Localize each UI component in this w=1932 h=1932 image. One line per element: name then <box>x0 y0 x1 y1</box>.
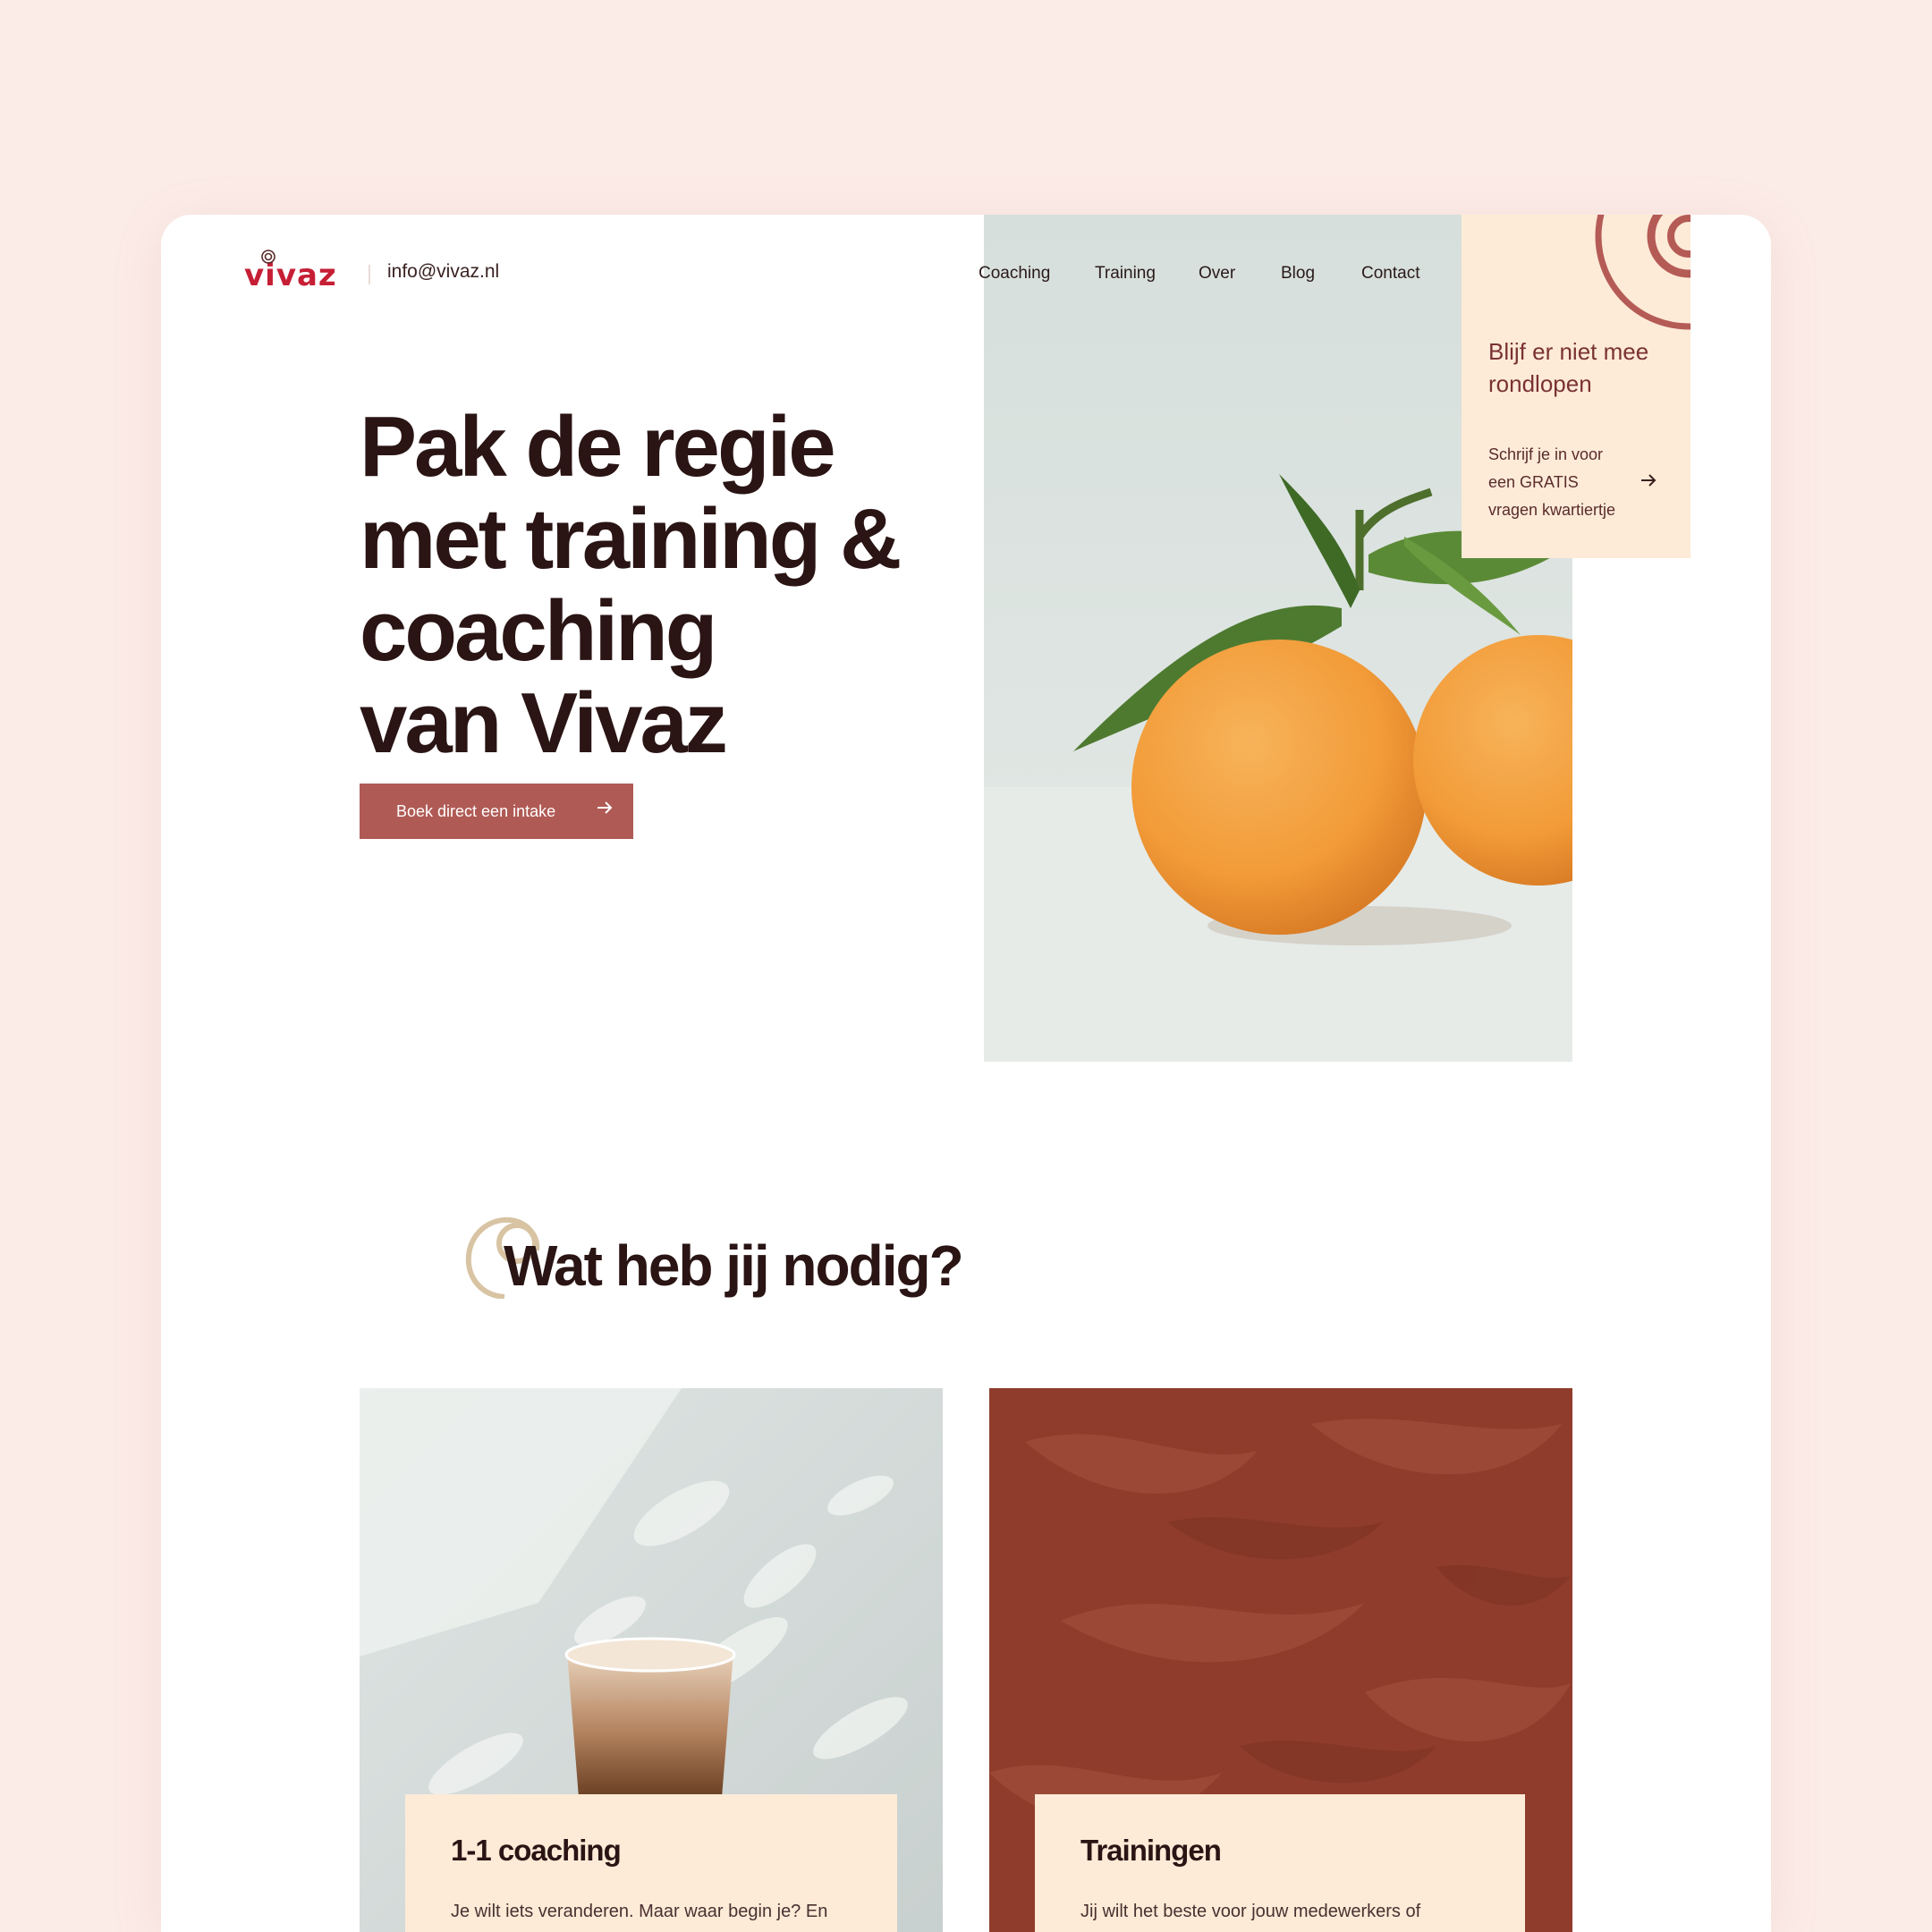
section-title: Wat heb jij nodig? <box>504 1233 964 1298</box>
hero-title-line: coaching <box>360 583 717 679</box>
nav-coaching[interactable]: Coaching <box>979 264 1050 284</box>
nav-contact[interactable]: Contact <box>1361 264 1419 284</box>
vivaz-logo[interactable]: vivaz <box>244 250 343 299</box>
email-link[interactable]: info@vivaz.nl <box>387 261 499 283</box>
book-intake-button[interactable]: Boek direct een intake <box>360 784 633 839</box>
nav-over[interactable]: Over <box>1199 264 1235 284</box>
coaching-card[interactable]: 1-1 coaching Je wilt iets veranderen. Ma… <box>360 1388 943 1932</box>
hero-title-line: met training & <box>360 491 902 587</box>
cta-label: Boek direct een intake <box>396 801 556 820</box>
logo-swirl-icon <box>261 250 275 264</box>
nav-training[interactable]: Training <box>1095 264 1156 284</box>
browser-frame: vivaz info@vivaz.nl Coaching Training Ov… <box>161 215 1771 1932</box>
hero-title: Pak de regie met training & coaching van… <box>360 401 1004 769</box>
promo-title: Blijf er niet mee rondlopen <box>1488 338 1649 397</box>
header-divider <box>369 265 370 284</box>
arrow-right-icon <box>597 801 613 814</box>
coaching-card-box: 1-1 coaching Je wilt iets veranderen. Ma… <box>405 1794 897 1932</box>
arrow-right-icon[interactable] <box>1640 474 1657 487</box>
logo-wordmark: vivaz <box>244 258 337 293</box>
card-title: 1-1 coaching <box>451 1834 622 1867</box>
card-text: Je wilt iets veranderen. Maar waar begin… <box>451 1902 828 1921</box>
hero-title-line: Pak de regie <box>360 399 836 495</box>
promo-text: Schrijf je in voor een GRATIS vragen kwa… <box>1488 445 1616 519</box>
promo-card[interactable]: Blijf er niet mee rondlopen Schrijf je i… <box>1462 215 1690 558</box>
trainingen-card-box: Trainingen Jij wilt het beste voor jouw … <box>1035 1794 1525 1932</box>
hero-title-line: van Vivaz <box>360 675 728 771</box>
card-text: Jij wilt het beste voor jouw medewerkers… <box>1080 1902 1421 1921</box>
nav-blog[interactable]: Blog <box>1281 264 1315 284</box>
trainingen-card[interactable]: Trainingen Jij wilt het beste voor jouw … <box>989 1388 1572 1932</box>
card-title: Trainingen <box>1080 1834 1222 1867</box>
